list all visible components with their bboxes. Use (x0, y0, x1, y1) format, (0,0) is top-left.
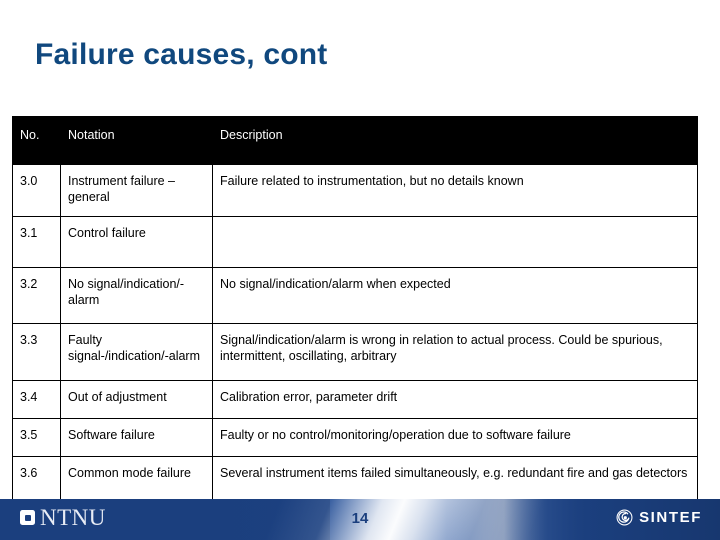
cell-no: 3.2 (12, 267, 61, 324)
table-row: 3.5 Software failure Faulty or no contro… (12, 418, 698, 457)
column-header-notation: Notation (60, 116, 213, 165)
failure-causes-table: No. Notation Description 3.0 Instrument … (12, 116, 698, 506)
table-row: 3.4 Out of adjustment Calibration error,… (12, 380, 698, 419)
cell-notation: Control failure (60, 216, 213, 268)
cell-description: Calibration error, parameter drift (212, 380, 698, 419)
page-title: Failure causes, cont (35, 38, 328, 71)
cell-description (212, 216, 698, 268)
footer-band: NTNU 14 SINTEF (0, 499, 720, 540)
cell-notation: Faulty signal-/indication/-alarm (60, 323, 213, 381)
table-header-row: No. Notation Description (12, 116, 698, 165)
cell-no: 3.1 (12, 216, 61, 268)
cell-description: Failure related to instrumentation, but … (212, 164, 698, 217)
table-row: 3.0 Instrument failure – general Failure… (12, 164, 698, 217)
cell-description: Faulty or no control/monitoring/operatio… (212, 418, 698, 457)
cell-notation: No signal/indication/-alarm (60, 267, 213, 324)
cell-notation: Software failure (60, 418, 213, 457)
cell-no: 3.4 (12, 380, 61, 419)
table-row: 3.2 No signal/indication/-alarm No signa… (12, 267, 698, 324)
cell-notation: Out of adjustment (60, 380, 213, 419)
page-number: 14 (351, 510, 369, 527)
cell-description: Signal/indication/alarm is wrong in rela… (212, 323, 698, 381)
cell-no: 3.3 (12, 323, 61, 381)
cell-no: 3.0 (12, 164, 61, 217)
table-row: 3.3 Faulty signal-/indication/-alarm Sig… (12, 323, 698, 381)
column-header-no: No. (12, 116, 61, 165)
table-row: 3.1 Control failure (12, 216, 698, 268)
cell-no: 3.5 (12, 418, 61, 457)
column-header-description: Description (212, 116, 698, 165)
cell-description: No signal/indication/alarm when expected (212, 267, 698, 324)
cell-notation: Instrument failure – general (60, 164, 213, 217)
